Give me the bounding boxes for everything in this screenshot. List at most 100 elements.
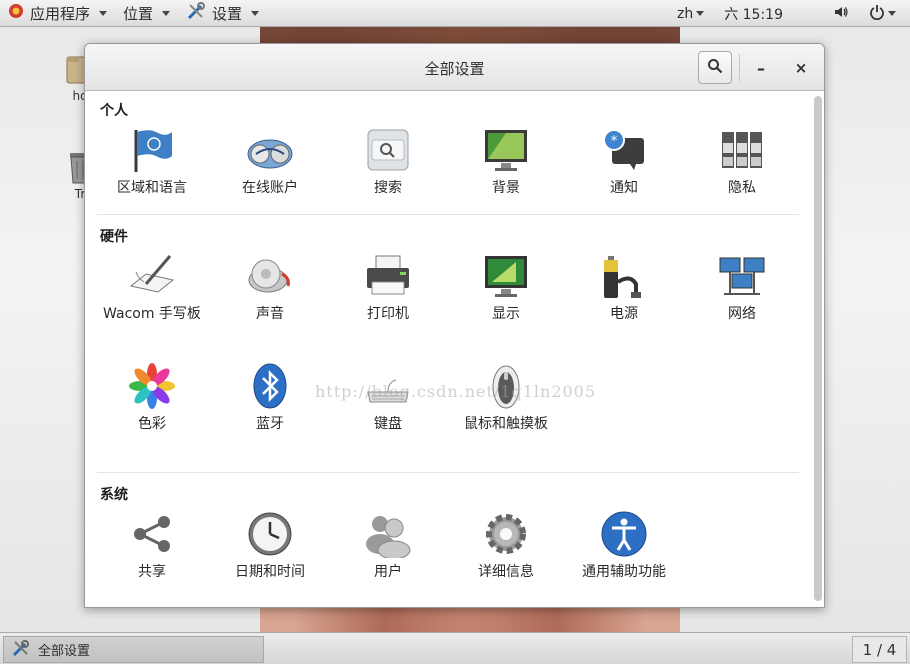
apps-logo-icon (8, 3, 24, 23)
chevron-down-icon (162, 10, 171, 16)
chevron-down-icon (99, 10, 108, 16)
taskbar-item-settings[interactable]: 全部设置 (3, 636, 264, 663)
minimize-button[interactable]: – (749, 56, 773, 80)
settings-item-label: 蓝牙 (256, 416, 284, 432)
settings-item-background[interactable]: 背景 (447, 126, 565, 197)
chevron-down-icon (696, 11, 705, 16)
applications-menu-label: 应用程序 (30, 4, 91, 23)
settings-item-label: 声音 (256, 306, 284, 322)
section-title-system: 系统 (100, 487, 128, 503)
tablet-icon (128, 252, 176, 300)
users-icon (364, 510, 412, 560)
settings-item-label: 搜索 (374, 180, 402, 196)
clock[interactable]: 六 15:19 (724, 4, 783, 24)
search-button[interactable] (698, 51, 732, 84)
notification-icon: * (600, 126, 648, 174)
network-icon (718, 252, 766, 300)
section-title-personal: 个人 (100, 103, 128, 119)
privacy-icon (718, 126, 766, 174)
settings-item-label: 电源 (610, 306, 638, 322)
settings-item-label: 打印机 (367, 306, 409, 322)
background-icon (482, 126, 530, 174)
settings-item-label: 区域和语言 (117, 180, 187, 196)
flag-icon (128, 126, 176, 174)
search-icon (364, 126, 412, 174)
volume-icon[interactable] (833, 4, 849, 24)
settings-menu-label: 设置 (212, 4, 243, 23)
titlebar-separator (739, 54, 740, 81)
applications-menu[interactable]: 应用程序 (0, 0, 115, 27)
settings-item-label: 网络 (728, 306, 756, 322)
power-icon (869, 4, 885, 24)
battery-icon (600, 252, 648, 300)
settings-item-network[interactable]: 网络 (683, 252, 801, 323)
language-label: zh (676, 5, 694, 22)
settings-item-label: 鼠标和触摸板 (464, 416, 548, 432)
color-icon (128, 362, 176, 410)
settings-item-label: 隐私 (728, 180, 756, 196)
settings-item-region[interactable]: 区域和语言 (93, 126, 211, 197)
settings-item-users[interactable]: 用户 (329, 510, 447, 581)
scrollbar-thumb[interactable] (814, 96, 822, 601)
settings-item-printers[interactable]: 打印机 (329, 252, 447, 323)
settings-item-search[interactable]: 搜索 (329, 126, 447, 197)
scrollbar[interactable] (814, 96, 822, 601)
settings-panel-grid: 个人 区域和语言 在线账户 搜索 背景 * 通知 隐私 硬件 Wacom 手写板… (85, 92, 812, 607)
top-right-status: zh 六 15:19 (677, 0, 896, 27)
window-titlebar[interactable]: 全部设置 – × (85, 44, 824, 91)
tools-icon (12, 639, 30, 661)
settings-item-label: Wacom 手写板 (103, 306, 201, 322)
settings-item-label: 共享 (138, 564, 166, 580)
places-menu[interactable]: 位置 (115, 0, 178, 27)
settings-item-sound[interactable]: 声音 (211, 252, 329, 323)
settings-item-sharing[interactable]: 共享 (93, 510, 211, 581)
power-menu[interactable] (869, 4, 896, 24)
minimize-icon: – (757, 58, 765, 78)
share-icon (128, 510, 176, 558)
close-button[interactable]: × (789, 56, 813, 80)
printer-icon (364, 252, 412, 300)
settings-item-accessibility[interactable]: 通用辅助功能 (565, 510, 683, 581)
settings-window: 全部设置 – × 个人 区域和语言 在线账户 搜索 背景 * 通知 隐私 硬件 … (84, 43, 825, 608)
svg-text:*: * (611, 134, 618, 149)
display-icon (482, 252, 530, 300)
language-indicator[interactable]: zh (676, 5, 705, 22)
accessibility-icon (600, 510, 648, 558)
settings-item-label: 用户 (374, 564, 402, 580)
settings-item-label: 通用辅助功能 (582, 564, 666, 580)
settings-item-label: 键盘 (374, 416, 402, 432)
settings-menu[interactable]: 设置 (178, 0, 267, 27)
settings-item-wacom[interactable]: Wacom 手写板 (93, 252, 211, 323)
watermark-text: http://blog.csdn.net/1q1ln2005 (315, 382, 597, 401)
settings-item-color[interactable]: 色彩 (93, 362, 211, 433)
chevron-down-icon (888, 11, 896, 16)
section-divider (97, 472, 799, 473)
settings-item-power[interactable]: 电源 (565, 252, 683, 323)
settings-item-label: 色彩 (138, 416, 166, 432)
settings-item-label: 在线账户 (242, 180, 298, 196)
settings-item-label: 详细信息 (478, 564, 534, 580)
tools-icon (186, 1, 206, 25)
close-icon: × (794, 59, 808, 77)
gear-icon (482, 510, 530, 558)
top-panel: 应用程序 位置 设置 zh 六 15:19 (0, 0, 910, 27)
settings-item-privacy[interactable]: 隐私 (683, 126, 801, 197)
settings-item-label: 背景 (492, 180, 520, 196)
globe-icon (246, 126, 294, 174)
settings-item-notifications[interactable]: * 通知 (565, 126, 683, 197)
settings-item-label: 通知 (610, 180, 638, 196)
settings-item-online-accounts[interactable]: 在线账户 (211, 126, 329, 197)
settings-item-label: 显示 (492, 306, 520, 322)
settings-item-details[interactable]: 详细信息 (447, 510, 565, 581)
section-title-hardware: 硬件 (100, 229, 128, 245)
section-divider (97, 214, 799, 215)
bluetooth-icon (246, 362, 294, 410)
speaker-icon (246, 252, 294, 300)
settings-item-displays[interactable]: 显示 (447, 252, 565, 323)
taskbar-item-label: 全部设置 (38, 644, 91, 659)
clock-icon (246, 510, 294, 558)
workspace-indicator[interactable]: 1 / 4 (852, 636, 907, 663)
settings-item-bluetooth[interactable]: 蓝牙 (211, 362, 329, 433)
bottom-panel: 全部设置 1 / 4 (0, 632, 910, 664)
settings-item-datetime[interactable]: 日期和时间 (211, 510, 329, 581)
